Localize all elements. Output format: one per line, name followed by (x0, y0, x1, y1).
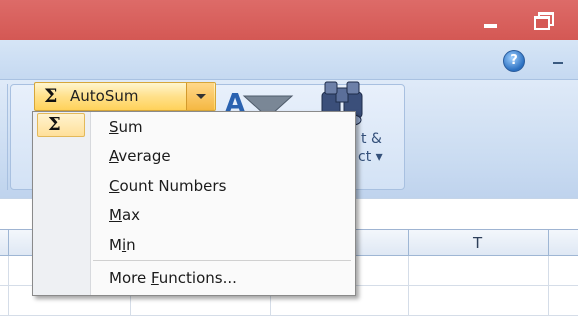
menu-icon-column (33, 112, 91, 295)
restore-window-button[interactable] (528, 8, 558, 32)
column-divider[interactable] (548, 230, 549, 256)
menu-item-sum-rest: um (118, 118, 143, 136)
autosum-label: AutoSum (70, 87, 139, 105)
menu-separator (93, 260, 351, 261)
menu-item-max[interactable]: Max (109, 206, 140, 224)
column-divider[interactable] (8, 230, 9, 256)
menu-item-count-numbers[interactable]: Count Numbers (109, 177, 226, 195)
ribbon-minimize-icon[interactable] (553, 62, 563, 64)
menu-accesskey: A (109, 147, 119, 165)
grid-line (408, 256, 409, 316)
menu-item-min[interactable]: Min (109, 236, 136, 254)
grid-line (548, 256, 549, 316)
menu-accesskey: F (150, 269, 159, 287)
menu-sum-icon-highlight (37, 113, 85, 137)
menu-item-sum-accesskey: S (109, 118, 119, 136)
sigma-icon: Σ (44, 85, 58, 107)
find-select-label-line1: t & (361, 131, 382, 147)
help-icon[interactable]: ? (503, 50, 525, 72)
menu-item-sum[interactable]: Sum (109, 118, 143, 136)
minimize-window-button[interactable] (476, 8, 506, 32)
column-header-t[interactable]: T (473, 234, 482, 252)
autosum-dropdown-arrow[interactable] (186, 83, 214, 110)
sigma-icon: Σ (48, 114, 61, 135)
menu-accesskey: i (121, 236, 127, 254)
ribbon-tab-row (0, 40, 578, 80)
menu-accesskey: C (109, 177, 120, 195)
menu-item-more-functions[interactable]: More Functions... (109, 269, 237, 287)
find-select-label-line2[interactable]: ct ▾ (358, 149, 383, 165)
menu-item-average[interactable]: Average (109, 147, 171, 165)
ribbon-group-divider (0, 84, 8, 190)
menu-accesskey: M (109, 206, 122, 224)
grid-line (8, 256, 9, 316)
column-divider[interactable] (408, 230, 409, 256)
